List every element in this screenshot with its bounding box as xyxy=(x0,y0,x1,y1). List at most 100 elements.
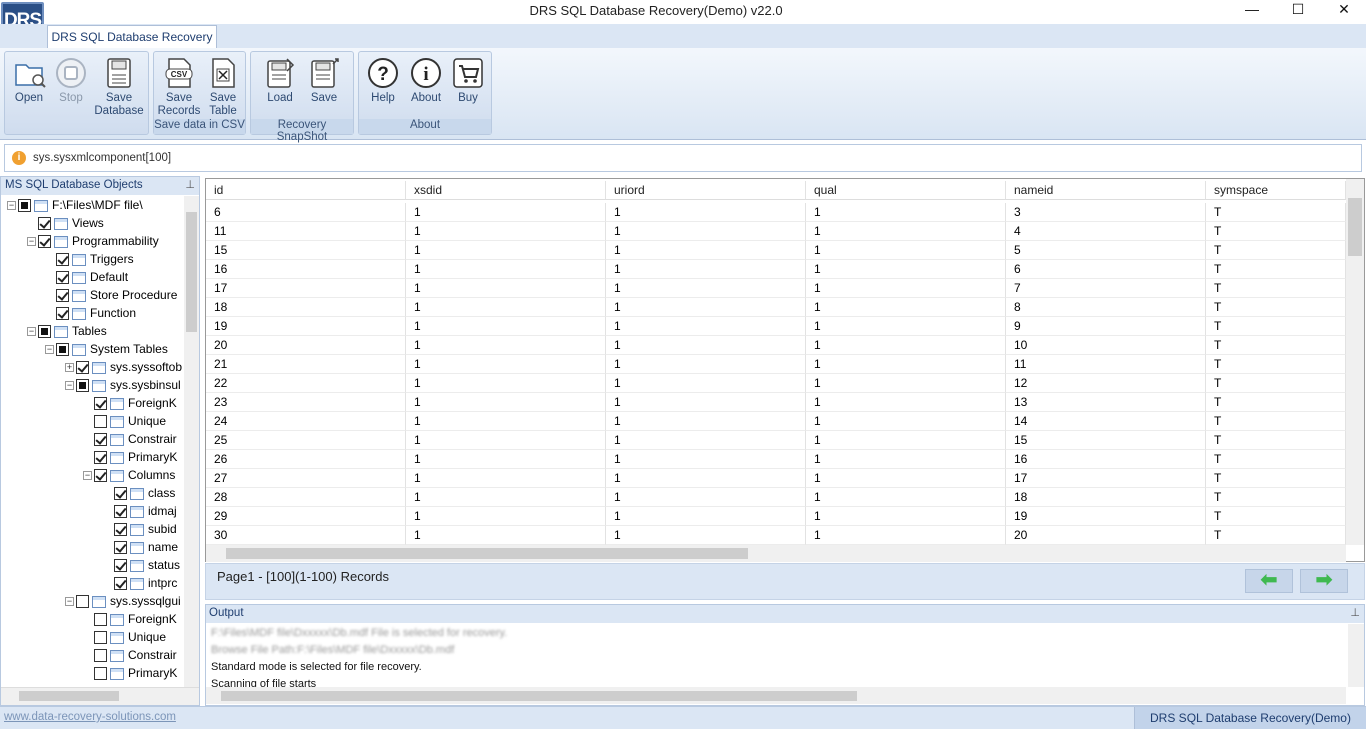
table-cell[interactable]: 1 xyxy=(606,336,806,355)
table-cell[interactable]: T xyxy=(1206,507,1346,526)
save-table-button[interactable]: Save Table xyxy=(203,56,243,120)
table-cell[interactable]: 1 xyxy=(606,222,806,241)
table-cell[interactable]: T xyxy=(1206,431,1346,450)
table-cell[interactable]: 1 xyxy=(606,507,806,526)
table-cell[interactable]: 3 xyxy=(1006,203,1206,222)
tree-node[interactable]: Store Procedure xyxy=(45,287,183,305)
table-cell[interactable]: 6 xyxy=(206,203,406,222)
table-cell[interactable]: 23 xyxy=(206,393,406,412)
tree-node[interactable]: Unique xyxy=(83,629,183,647)
tree-node-checkbox[interactable] xyxy=(56,289,69,303)
table-cell[interactable]: 1 xyxy=(606,431,806,450)
table-cell[interactable]: 29 xyxy=(206,507,406,526)
tree-node-checkbox[interactable] xyxy=(94,451,107,465)
table-cell[interactable]: 14 xyxy=(1006,412,1206,431)
table-cell[interactable]: 1 xyxy=(606,241,806,260)
table-cell[interactable]: 1 xyxy=(406,393,606,412)
table-cell[interactable]: T xyxy=(1206,336,1346,355)
tree-node-checkbox[interactable] xyxy=(76,361,89,375)
collapse-icon[interactable]: − xyxy=(27,327,36,337)
close-button[interactable]: ✕ xyxy=(1321,0,1366,22)
table-cell[interactable]: 1 xyxy=(806,336,1006,355)
table-cell[interactable]: 5 xyxy=(1006,241,1206,260)
tree-node-checkbox[interactable] xyxy=(56,271,69,285)
tree-node-checkbox[interactable] xyxy=(38,235,51,249)
table-cell[interactable]: 1 xyxy=(806,412,1006,431)
table-cell[interactable]: 1 xyxy=(606,298,806,317)
ribbon-tab[interactable]: DRS SQL Database Recovery xyxy=(47,25,217,49)
open-button[interactable]: Open xyxy=(8,56,50,120)
tree-node-checkbox[interactable] xyxy=(94,469,107,483)
table-cell[interactable]: 1 xyxy=(806,241,1006,260)
table-cell[interactable]: T xyxy=(1206,241,1346,260)
table-cell[interactable]: T xyxy=(1206,488,1346,507)
tree-node-checkbox[interactable] xyxy=(114,577,127,591)
tree-node[interactable]: intprc xyxy=(103,575,183,593)
tree-vertical-scroll-thumb[interactable] xyxy=(186,212,197,332)
tree-node-checkbox[interactable] xyxy=(114,559,127,573)
table-cell[interactable]: 1 xyxy=(606,203,806,222)
save-snapshot-button[interactable]: Save xyxy=(303,56,345,120)
tree-node[interactable]: idmaj xyxy=(103,503,183,521)
table-cell[interactable]: 1 xyxy=(606,374,806,393)
tree-node-checkbox[interactable] xyxy=(56,307,69,321)
tree-node[interactable]: subid xyxy=(103,521,183,539)
collapse-icon[interactable]: − xyxy=(7,201,16,211)
table-cell[interactable]: 1 xyxy=(806,450,1006,469)
table-cell[interactable]: 15 xyxy=(1006,431,1206,450)
table-cell[interactable]: 1 xyxy=(406,279,606,298)
tree-node-checkbox[interactable] xyxy=(114,541,127,555)
tree-node-checkbox[interactable] xyxy=(94,397,107,411)
expand-icon[interactable]: + xyxy=(65,363,74,373)
tree-node[interactable]: Triggers xyxy=(45,251,183,269)
table-cell[interactable]: 1 xyxy=(606,317,806,336)
table-cell[interactable]: 10 xyxy=(1006,336,1206,355)
table-cell[interactable]: 1 xyxy=(406,526,606,545)
minimize-button[interactable]: — xyxy=(1229,0,1275,22)
collapse-icon[interactable]: − xyxy=(83,471,92,481)
tree-horizontal-scroll-thumb[interactable] xyxy=(19,691,119,701)
table-cell[interactable]: 1 xyxy=(606,355,806,374)
table-cell[interactable]: 1 xyxy=(406,412,606,431)
column-header[interactable]: xsdid xyxy=(406,181,606,200)
table-cell[interactable]: 1 xyxy=(406,450,606,469)
table-cell[interactable]: 19 xyxy=(1006,507,1206,526)
table-cell[interactable]: 11 xyxy=(1006,355,1206,374)
collapse-icon[interactable]: − xyxy=(27,237,36,247)
table-cell[interactable]: T xyxy=(1206,374,1346,393)
grid-horizontal-scroll-thumb[interactable] xyxy=(226,548,748,559)
table-cell[interactable]: T xyxy=(1206,526,1346,545)
table-cell[interactable]: 1 xyxy=(606,260,806,279)
tree-node[interactable]: status xyxy=(103,557,183,575)
tree-node[interactable]: Unique xyxy=(83,413,183,431)
collapse-icon[interactable]: − xyxy=(65,597,74,607)
table-cell[interactable]: T xyxy=(1206,298,1346,317)
pin-icon[interactable]: ⊥ xyxy=(185,178,195,191)
table-cell[interactable]: 1 xyxy=(806,488,1006,507)
tree-node[interactable]: − Tables xyxy=(27,323,183,341)
about-button[interactable]: i About xyxy=(405,56,447,120)
load-snapshot-button[interactable]: Load xyxy=(259,56,301,120)
tree-node[interactable]: + sys.syssoftob xyxy=(65,359,183,377)
output-vertical-scrollbar[interactable] xyxy=(1348,624,1364,687)
table-cell[interactable]: 20 xyxy=(206,336,406,355)
table-cell[interactable]: 1 xyxy=(406,298,606,317)
column-header[interactable]: symspace xyxy=(1206,181,1346,200)
column-header[interactable]: id xyxy=(206,181,406,200)
table-cell[interactable]: 1 xyxy=(406,355,606,374)
tree-node[interactable]: Function xyxy=(45,305,183,323)
table-cell[interactable]: 1 xyxy=(406,469,606,488)
tree-node-checkbox[interactable] xyxy=(94,433,107,447)
tree-node-checkbox[interactable] xyxy=(76,379,89,393)
table-cell[interactable]: T xyxy=(1206,393,1346,412)
tree-node[interactable]: ForeignK xyxy=(83,395,183,413)
tree-node[interactable]: PrimaryK xyxy=(83,665,183,683)
website-link[interactable]: www.data-recovery-solutions.com xyxy=(4,711,176,723)
tree-node[interactable]: Constrair xyxy=(83,431,183,449)
table-cell[interactable]: 7 xyxy=(1006,279,1206,298)
tree-node-checkbox[interactable] xyxy=(94,415,107,429)
table-cell[interactable]: 22 xyxy=(206,374,406,393)
table-cell[interactable]: 1 xyxy=(806,431,1006,450)
table-cell[interactable]: 1 xyxy=(406,260,606,279)
output-pin-icon[interactable]: ⊥ xyxy=(1350,606,1360,619)
